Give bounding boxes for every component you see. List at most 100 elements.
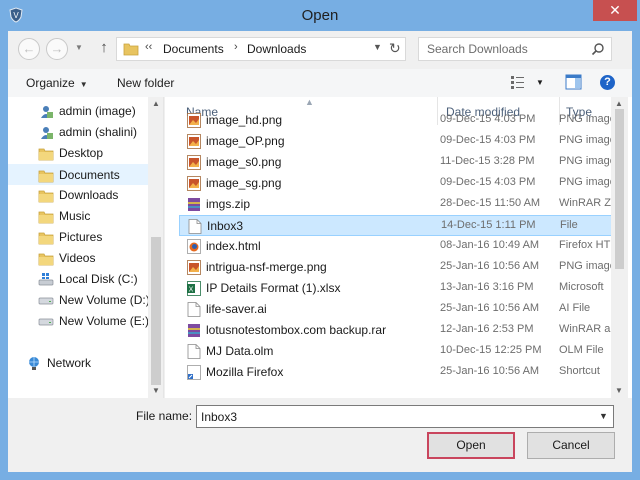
file-type: Microsoft — [559, 281, 604, 293]
file-date-modified: 09-Dec-15 4:03 PM — [440, 176, 536, 188]
user-icon — [38, 125, 54, 140]
file-type: PNG image — [559, 155, 616, 167]
file-type: PNG image — [559, 176, 616, 188]
file-date-modified: 28-Dec-15 11:50 AM — [440, 197, 541, 209]
window-title: Open — [301, 7, 339, 24]
scroll-down-arrow[interactable]: ▼ — [148, 384, 163, 398]
file-list: ▲ Name Date modified Type image_hd.png 09… — [165, 97, 632, 398]
folder-icon — [38, 251, 54, 266]
new-folder-button[interactable]: New folder — [117, 76, 174, 90]
file-type: PNG image — [559, 260, 616, 272]
file-name: Inbox3 — [207, 219, 244, 233]
cancel-button[interactable]: Cancel — [527, 432, 615, 459]
sidebar-item-label: Downloads — [59, 188, 119, 202]
close-button[interactable]: ✕ — [593, 0, 637, 21]
file-row[interactable]: index.html 08-Jan-16 10:49 AM Firefox HTML — [179, 236, 616, 257]
open-button[interactable]: Open — [427, 432, 515, 459]
forward-button[interactable]: → — [46, 38, 68, 60]
sidebar-item-label: Documents — [59, 168, 120, 182]
sidebar-item-pictures[interactable]: Pictures — [8, 227, 148, 248]
breadcrumb-separator[interactable]: › — [234, 41, 238, 53]
file-row[interactable]: image_s0.png 11-Dec-15 3:28 PM PNG image — [179, 152, 616, 173]
file-row[interactable]: lotusnotestombox.com backup.rar 12-Jan-16… — [179, 320, 616, 341]
sidebar-item-label: New Volume (E:) — [59, 314, 150, 328]
file-row[interactable]: imgs.zip 28-Dec-15 11:50 AM WinRAR ZIP — [179, 194, 616, 215]
file-type: PNG image — [559, 113, 616, 125]
image-file-icon — [187, 260, 201, 275]
file-type: Firefox HTML — [559, 239, 616, 251]
file-date-modified: 13-Jan-16 3:16 PM — [440, 281, 534, 293]
scroll-down-arrow[interactable]: ▼ — [611, 384, 627, 398]
breadcrumb-documents[interactable]: Documents — [163, 42, 224, 56]
file-name: life-saver.ai — [206, 302, 267, 316]
file-row[interactable]: MJ Data.olm 10-Dec-15 12:25 PM OLM File — [179, 341, 616, 362]
sidebar-item-label: Pictures — [59, 230, 103, 244]
sidebar-item-downloads[interactable]: Downloads — [8, 185, 148, 206]
nav-scrollbar[interactable]: ▲ ▼ — [148, 97, 163, 398]
sidebar-item-network[interactable]: Network — [8, 353, 148, 374]
sidebar-item-new-volume-e[interactable]: New Volume (E:) — [8, 311, 150, 332]
title-bar[interactable]: V Open ✕ — [0, 0, 640, 31]
sidebar-item-music[interactable]: Music — [8, 206, 148, 227]
command-bar: Organize ▼ New folder ▼ ? — [8, 69, 632, 97]
back-button[interactable]: ← — [18, 38, 40, 60]
organize-button[interactable]: Organize ▼ — [26, 76, 88, 90]
excel-file-icon: X — [187, 281, 201, 296]
file-date-modified: 25-Jan-16 10:56 AM — [440, 260, 540, 272]
file-row[interactable]: image_hd.png 09-Dec-15 4:03 PM PNG image — [179, 110, 616, 131]
sidebar-item-desktop[interactable]: Desktop — [8, 143, 148, 164]
user-icon — [38, 104, 54, 119]
file-row[interactable]: X IP Details Format (1).xlsx 13-Jan-16 3:1… — [179, 278, 616, 299]
file-row[interactable]: intrigua-nsf-merge.png 25-Jan-16 10:56 AM… — [179, 257, 616, 278]
address-overflow[interactable]: ‹‹ — [145, 41, 152, 53]
file-type: OLM File — [559, 344, 604, 356]
file-type: Shortcut — [559, 365, 600, 377]
blank-file-icon — [187, 344, 201, 359]
sidebar-item-videos[interactable]: Videos — [8, 248, 148, 269]
up-button[interactable]: ↑ — [96, 39, 112, 57]
image-file-icon — [187, 113, 201, 128]
file-row[interactable]: Mozilla Firefox 25-Jan-16 10:56 AM Shortcu… — [179, 362, 616, 383]
image-file-icon — [187, 155, 201, 170]
sort-ascending-icon: ▲ — [305, 97, 314, 107]
file-name: index.html — [206, 239, 261, 253]
sidebar-item-label: New Volume (D:) — [59, 293, 150, 307]
file-date-modified: 08-Jan-16 10:49 AM — [440, 239, 540, 251]
view-dropdown-icon[interactable]: ▼ — [536, 78, 544, 87]
file-date-modified: 25-Jan-16 10:56 AM — [440, 302, 540, 314]
sidebar-item-label: Network — [47, 356, 92, 370]
address-bar[interactable]: ‹‹ Documents › Downloads ▼ ↻ — [116, 37, 406, 61]
file-row[interactable]: Inbox3 14-Dec-15 1:11 PM File — [179, 215, 616, 236]
scroll-up-arrow[interactable]: ▲ — [148, 97, 163, 111]
file-date-modified: 25-Jan-16 10:56 AM — [440, 365, 540, 377]
drive-icon — [38, 314, 54, 329]
file-name-input[interactable]: Inbox3 ▼ — [196, 405, 614, 428]
view-options-icon[interactable] — [510, 74, 526, 90]
file-name-dropdown[interactable]: ▼ — [599, 411, 608, 421]
file-row[interactable]: image_sg.png 09-Dec-15 4:03 PM PNG image — [179, 173, 616, 194]
folder-icon — [123, 43, 139, 56]
address-dropdown[interactable]: ▼ — [373, 42, 382, 52]
sidebar-item-documents[interactable]: Documents — [8, 164, 148, 185]
sidebar-item-local-disk-c[interactable]: Local Disk (C:) — [8, 269, 148, 290]
sidebar-item-admin-image[interactable]: admin (image) — [8, 101, 148, 122]
file-scrollbar[interactable]: ▲ ▼ — [611, 97, 628, 398]
recent-locations-button[interactable]: ▼ — [72, 38, 86, 60]
navigation-pane: admin (image) admin (shalini) Desktop Docum… — [8, 97, 164, 398]
file-row[interactable]: life-saver.ai 25-Jan-16 10:56 AM AI File — [179, 299, 616, 320]
file-scroll-thumb[interactable] — [615, 109, 624, 269]
file-name: IP Details Format (1).xlsx — [206, 281, 341, 295]
folder-icon — [38, 209, 54, 224]
nav-scroll-thumb[interactable] — [151, 237, 161, 385]
sidebar-item-new-volume-d[interactable]: New Volume (D:) — [8, 290, 150, 311]
sidebar-item-admin-shalini[interactable]: admin (shalini) — [8, 122, 148, 143]
search-input[interactable]: Search Downloads — [418, 37, 612, 61]
preview-pane-icon[interactable] — [565, 74, 582, 90]
html-file-icon — [187, 239, 201, 254]
help-icon[interactable]: ? — [600, 75, 615, 90]
file-row[interactable]: image_OP.png 09-Dec-15 4:03 PM PNG image — [179, 131, 616, 152]
refresh-button[interactable]: ↻ — [389, 40, 401, 57]
file-type: WinRAR arc — [559, 323, 616, 335]
breadcrumb-downloads[interactable]: Downloads — [247, 42, 306, 56]
blank-file-icon — [188, 219, 202, 234]
